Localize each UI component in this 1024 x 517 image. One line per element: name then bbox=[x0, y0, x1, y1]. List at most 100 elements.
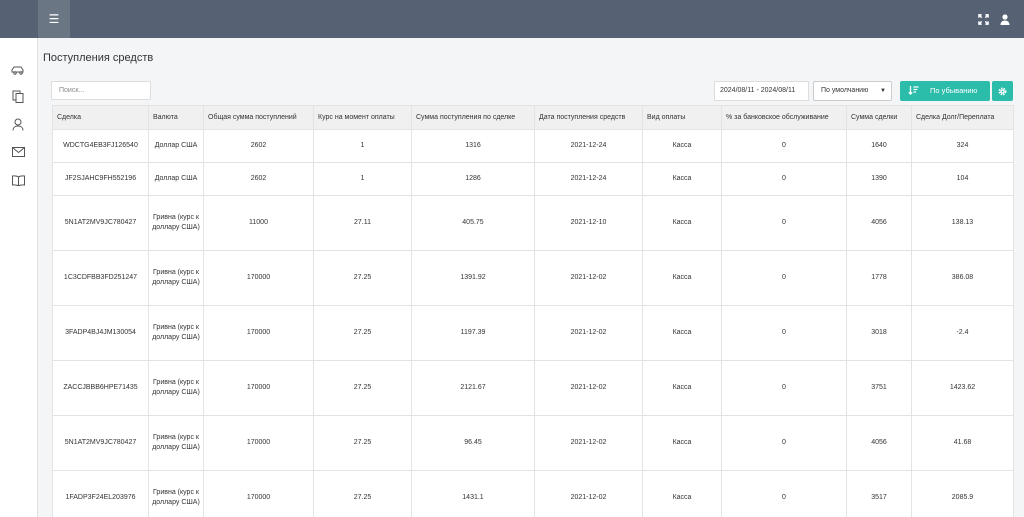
column-header-deal-sum[interactable]: Сумма сделки bbox=[846, 105, 912, 130]
bank-pct-cell: 0 bbox=[721, 470, 847, 517]
currency-cell: Гривна (курс к доллару США) bbox=[148, 360, 204, 416]
sort-select[interactable]: По умолчанию ▼ bbox=[813, 81, 892, 101]
gear-icon bbox=[998, 87, 1007, 95]
deal-cell: 5N1AT2MV9JC780427 bbox=[52, 415, 149, 471]
amount-cell: 2121.67 bbox=[411, 360, 535, 416]
date-cell: 2021-12-24 bbox=[534, 162, 643, 196]
page-title: Поступления средств bbox=[43, 52, 154, 64]
search-input[interactable] bbox=[51, 81, 151, 100]
table-row[interactable]: WDCTG4EB3FJ126540 Доллар США 2602 1 1316 2021… bbox=[52, 129, 1014, 163]
sidebar-item-book[interactable] bbox=[9, 171, 27, 189]
pay-type-cell: Касса bbox=[642, 360, 722, 416]
rate-cell: 27.25 bbox=[313, 305, 412, 361]
balance-cell: 41.68 bbox=[911, 415, 1014, 471]
pay-type-cell: Касса bbox=[642, 129, 722, 163]
sidebar-item-mail[interactable] bbox=[9, 143, 27, 161]
menu-toggle-button[interactable]: ☰ bbox=[38, 0, 70, 38]
fullscreen-button[interactable] bbox=[973, 0, 993, 38]
user-icon bbox=[1000, 13, 1010, 25]
deal-cell: 1C3CDFBB3FD251247 bbox=[52, 250, 149, 306]
date-cell: 2021-12-02 bbox=[534, 360, 643, 416]
sidebar-item-users[interactable] bbox=[9, 115, 27, 133]
currency-cell: Гривна (курс к доллару США) bbox=[148, 250, 204, 306]
column-header-bank-pct[interactable]: % за банковское обслуживание bbox=[721, 105, 847, 130]
balance-cell: 104 bbox=[911, 162, 1014, 196]
currency-cell: Доллар США bbox=[148, 162, 204, 196]
deal-cell: 3FADP4BJ4JM130054 bbox=[52, 305, 149, 361]
currency-cell: Гривна (курс к доллару США) bbox=[148, 415, 204, 471]
total-cell: 11000 bbox=[203, 195, 314, 251]
column-header-currency[interactable]: Валюта bbox=[148, 105, 204, 130]
column-header-date[interactable]: Дата поступления средств bbox=[534, 105, 643, 130]
table-header-row: Сделка Валюта Общая сумма поступлений Ку… bbox=[52, 105, 1014, 130]
table-row[interactable]: 1FADP3F24EL203976 Гривна (курс к доллару … bbox=[52, 470, 1014, 517]
column-header-total[interactable]: Общая сумма поступлений bbox=[203, 105, 314, 130]
amount-cell: 1316 bbox=[411, 129, 535, 163]
balance-cell: 386.08 bbox=[911, 250, 1014, 306]
chevron-down-icon: ▼ bbox=[880, 88, 886, 94]
deal-sum-cell: 1390 bbox=[846, 162, 912, 196]
deal-sum-cell: 1778 bbox=[846, 250, 912, 306]
rate-cell: 27.11 bbox=[313, 195, 412, 251]
total-cell: 170000 bbox=[203, 415, 314, 471]
documents-icon bbox=[12, 90, 24, 103]
column-header-balance[interactable]: Сделка Долг/Переплата bbox=[911, 105, 1014, 130]
deal-cell: 1FADP3F24EL203976 bbox=[52, 470, 149, 517]
column-header-pay-type[interactable]: Вид оплаты bbox=[642, 105, 722, 130]
amount-cell: 1197.39 bbox=[411, 305, 535, 361]
table-row[interactable]: 5N1AT2MV9JC780427 Гривна (курс к доллару … bbox=[52, 195, 1014, 251]
sort-descending-button[interactable]: По убыванию bbox=[900, 81, 990, 101]
amount-cell: 1391.92 bbox=[411, 250, 535, 306]
mail-icon bbox=[11, 147, 25, 157]
deal-sum-cell: 4056 bbox=[846, 415, 912, 471]
date-cell: 2021-12-02 bbox=[534, 470, 643, 517]
deal-cell: WDCTG4EB3FJ126540 bbox=[52, 129, 149, 163]
pay-type-cell: Касса bbox=[642, 250, 722, 306]
total-cell: 170000 bbox=[203, 305, 314, 361]
pay-type-cell: Касса bbox=[642, 162, 722, 196]
deal-sum-cell: 3018 bbox=[846, 305, 912, 361]
total-cell: 2602 bbox=[203, 162, 314, 196]
table-row[interactable]: ZACCJBBB6HPE71435 Гривна (курс к доллару … bbox=[52, 360, 1014, 416]
user-icon bbox=[12, 118, 24, 131]
date-range-picker[interactable]: 2024/08/11 - 2024/08/11 bbox=[714, 81, 809, 101]
rate-cell: 27.25 bbox=[313, 360, 412, 416]
deal-sum-cell: 3751 bbox=[846, 360, 912, 416]
table-row[interactable]: 1C3CDFBB3FD251247 Гривна (курс к доллару … bbox=[52, 250, 1014, 306]
table-row[interactable]: 3FADP4BJ4JM130054 Гривна (курс к доллару … bbox=[52, 305, 1014, 361]
bank-pct-cell: 0 bbox=[721, 250, 847, 306]
sidebar-item-documents[interactable] bbox=[9, 87, 27, 105]
sidebar-item-cars[interactable] bbox=[9, 61, 27, 79]
deal-cell: JF2SJAHC9FH552196 bbox=[52, 162, 149, 196]
rate-cell: 27.25 bbox=[313, 250, 412, 306]
pay-type-cell: Касса bbox=[642, 305, 722, 361]
table-row[interactable]: 5N1AT2MV9JC780427 Гривна (курс к доллару … bbox=[52, 415, 1014, 471]
deal-sum-cell: 4056 bbox=[846, 195, 912, 251]
total-cell: 170000 bbox=[203, 470, 314, 517]
deal-cell: 5N1AT2MV9JC780427 bbox=[52, 195, 149, 251]
column-header-rate[interactable]: Курс на момент оплаты bbox=[313, 105, 412, 130]
bank-pct-cell: 0 bbox=[721, 129, 847, 163]
settings-button[interactable] bbox=[992, 81, 1013, 101]
bank-pct-cell: 0 bbox=[721, 195, 847, 251]
deal-sum-cell: 3517 bbox=[846, 470, 912, 517]
user-menu-button[interactable] bbox=[995, 0, 1015, 38]
currency-cell: Доллар США bbox=[148, 129, 204, 163]
column-header-amount[interactable]: Сумма поступления по сделке bbox=[411, 105, 535, 130]
bank-pct-cell: 0 bbox=[721, 305, 847, 361]
rate-cell: 1 bbox=[313, 162, 412, 196]
date-cell: 2021-12-02 bbox=[534, 305, 643, 361]
currency-cell: Гривна (курс к доллару США) bbox=[148, 195, 204, 251]
sidebar bbox=[0, 38, 38, 517]
date-cell: 2021-12-02 bbox=[534, 250, 643, 306]
table-row[interactable]: JF2SJAHC9FH552196 Доллар США 2602 1 1286 2021… bbox=[52, 162, 1014, 196]
bank-pct-cell: 0 bbox=[721, 162, 847, 196]
column-header-deal[interactable]: Сделка bbox=[52, 105, 149, 130]
balance-cell: 1423.62 bbox=[911, 360, 1014, 416]
amount-cell: 1286 bbox=[411, 162, 535, 196]
total-cell: 170000 bbox=[203, 360, 314, 416]
book-icon bbox=[11, 174, 25, 186]
bank-pct-cell: 0 bbox=[721, 360, 847, 416]
amount-cell: 96.45 bbox=[411, 415, 535, 471]
deal-sum-cell: 1640 bbox=[846, 129, 912, 163]
